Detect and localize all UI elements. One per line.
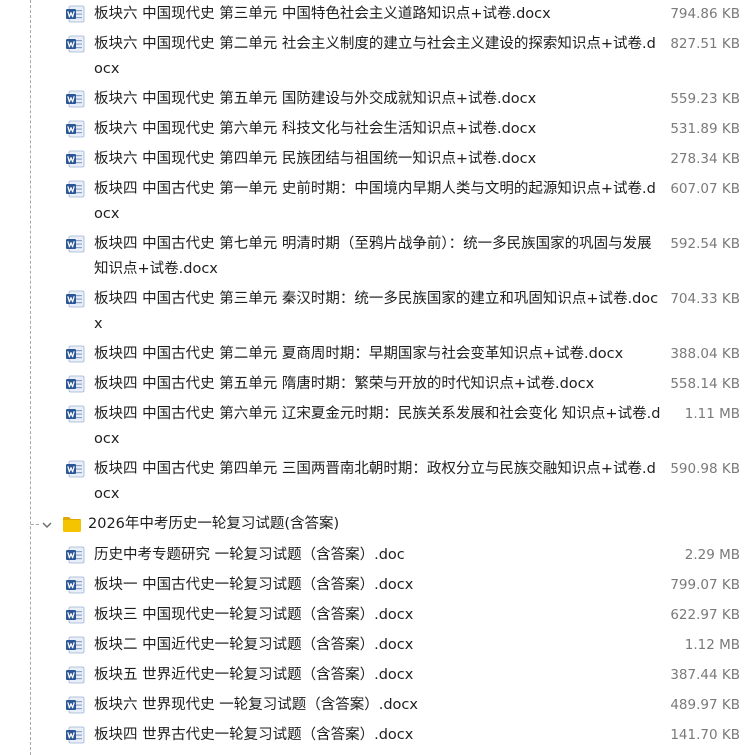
file-size: 559.23 KB xyxy=(670,91,740,107)
file-row[interactable]: 板块六 中国现代史 第五单元 国防建设与外交成就知识点+试卷.docx 559.2… xyxy=(0,87,744,112)
file-name: 板块四 中国古代史 第五单元 隋唐时期：繁荣与开放的时代知识点+试卷.docx xyxy=(94,376,595,392)
file-row[interactable]: 板块四 中国古代史 第四单元 三国两晋南北朝时期：政权分立与民族交融知识点+试卷… xyxy=(0,457,744,507)
file-name: 板块六 中国现代史 第二单元 社会主义制度的建立与社会主义建设的探索知识点+试卷… xyxy=(94,36,656,77)
file-name: 历史中考专题研究 一轮复习试题（含答案）.doc xyxy=(94,547,405,563)
file-name: 板块六 中国现代史 第六单元 科技文化与社会生活知识点+试卷.docx xyxy=(94,121,537,137)
file-size: 388.04 KB xyxy=(670,346,740,362)
file-size: 387.44 KB xyxy=(670,667,740,683)
file-name: 板块六 中国现代史 第三单元 中国特色社会主义道路知识点+试卷.docx xyxy=(94,6,551,22)
file-row[interactable]: 板块四 中国古代史 第二单元 夏商周时期：早期国家与社会变革知识点+试卷.doc… xyxy=(0,342,744,367)
file-size: 607.07 KB xyxy=(670,181,740,197)
file-name: 板块六 中国现代史 第四单元 民族团结与祖国统一知识点+试卷.docx xyxy=(94,151,537,167)
file-row[interactable]: 板块四 世界古代史一轮复习试题（含答案）.docx 141.70 KB xyxy=(0,723,744,748)
chevron-down-icon[interactable] xyxy=(40,517,54,531)
file-name: 板块四 中国古代史 第七单元 明清时期（至鸦片战争前）：统一多民族国家的巩固与发… xyxy=(94,236,652,277)
word-document-icon xyxy=(66,696,86,714)
file-name: 板块四 中国古代史 第二单元 夏商周时期：早期国家与社会变革知识点+试卷.doc… xyxy=(94,346,624,362)
word-document-icon xyxy=(66,726,86,744)
file-size: 592.54 KB xyxy=(670,236,740,252)
word-document-icon xyxy=(66,405,86,423)
file-name: 板块二 中国近代史一轮复习试题（含答案）.docx xyxy=(94,637,414,653)
tree-branch-line xyxy=(31,524,39,525)
file-size: 558.14 KB xyxy=(670,376,740,392)
file-name: 板块四 世界古代史一轮复习试题（含答案）.docx xyxy=(94,727,414,743)
file-size: 1.12 MB xyxy=(684,637,740,653)
file-row[interactable]: 历史中考专题研究 一轮复习试题（含答案）.doc 2.29 MB xyxy=(0,543,744,568)
word-document-icon xyxy=(66,120,86,138)
file-name: 板块六 中国现代史 第五单元 国防建设与外交成就知识点+试卷.docx xyxy=(94,91,537,107)
file-name: 板块五 世界近代史一轮复习试题（含答案）.docx xyxy=(94,667,414,683)
file-size: 799.07 KB xyxy=(670,577,740,593)
word-document-icon xyxy=(66,666,86,684)
word-document-icon xyxy=(66,290,86,308)
file-row[interactable]: 板块五 世界近代史一轮复习试题（含答案）.docx 387.44 KB xyxy=(0,663,744,688)
folder-name: 2026年中考历史一轮复习试题(含答案) xyxy=(88,516,340,532)
file-size: 531.89 KB xyxy=(670,121,740,137)
file-row[interactable]: 板块六 世界现代史 一轮复习试题（含答案）.docx 489.97 KB xyxy=(0,693,744,718)
file-name: 板块四 中国古代史 第三单元 秦汉时期：统一多民族国家的建立和巩固知识点+试卷.… xyxy=(94,291,659,332)
file-row[interactable]: 板块四 中国古代史 第一单元 史前时期：中国境内早期人类与文明的起源知识点+试卷… xyxy=(0,177,744,227)
file-size: 794.86 KB xyxy=(670,6,740,22)
word-document-icon xyxy=(66,546,86,564)
file-size: 278.34 KB xyxy=(670,151,740,167)
word-document-icon xyxy=(66,606,86,624)
file-row[interactable]: 板块四 中国古代史 第六单元 辽宋夏金元时期：民族关系发展和社会变化 知识点+试… xyxy=(0,402,744,452)
file-row[interactable]: 板块四 中国古代史 第五单元 隋唐时期：繁荣与开放的时代知识点+试卷.docx 5… xyxy=(0,372,744,397)
word-document-icon xyxy=(66,180,86,198)
file-row[interactable]: 板块六 中国现代史 第三单元 中国特色社会主义道路知识点+试卷.docx 794.… xyxy=(0,2,744,27)
word-document-icon xyxy=(66,150,86,168)
file-row[interactable]: 板块六 中国现代史 第六单元 科技文化与社会生活知识点+试卷.docx 531.8… xyxy=(0,117,744,142)
file-row[interactable]: 板块四 中国古代史 第七单元 明清时期（至鸦片战争前）：统一多民族国家的巩固与发… xyxy=(0,232,744,282)
file-name: 板块三 中国现代史一轮复习试题（含答案）.docx xyxy=(94,607,414,623)
file-size: 827.51 KB xyxy=(670,36,740,52)
file-tree: 板块六 中国现代史 第三单元 中国特色社会主义道路知识点+试卷.docx 794.… xyxy=(0,0,744,755)
file-row[interactable]: 板块四 中国古代史 第三单元 秦汉时期：统一多民族国家的建立和巩固知识点+试卷.… xyxy=(0,287,744,337)
file-name: 板块四 中国古代史 第四单元 三国两晋南北朝时期：政权分立与民族交融知识点+试卷… xyxy=(94,461,656,502)
file-size: 1.11 MB xyxy=(684,406,740,422)
word-document-icon xyxy=(66,90,86,108)
file-row[interactable]: 板块一 中国古代史一轮复习试题（含答案）.docx 799.07 KB xyxy=(0,573,744,598)
file-name: 板块四 中国古代史 第一单元 史前时期：中国境内早期人类与文明的起源知识点+试卷… xyxy=(94,181,656,222)
word-document-icon xyxy=(66,576,86,594)
word-document-icon xyxy=(66,375,86,393)
file-name: 板块一 中国古代史一轮复习试题（含答案）.docx xyxy=(94,577,414,593)
file-name: 板块六 世界现代史 一轮复习试题（含答案）.docx xyxy=(94,697,418,713)
folder-row[interactable]: 2026年中考历史一轮复习试题(含答案) xyxy=(0,512,744,537)
word-document-icon xyxy=(66,636,86,654)
file-row[interactable]: 板块六 中国现代史 第二单元 社会主义制度的建立与社会主义建设的探索知识点+试卷… xyxy=(0,32,744,82)
file-size: 622.97 KB xyxy=(670,607,740,623)
file-size: 489.97 KB xyxy=(670,697,740,713)
folder-icon xyxy=(62,515,82,533)
word-document-icon xyxy=(66,35,86,53)
file-row[interactable]: 板块三 中国现代史一轮复习试题（含答案）.docx 622.97 KB xyxy=(0,603,744,628)
word-document-icon xyxy=(66,5,86,23)
file-size: 704.33 KB xyxy=(670,291,740,307)
file-size: 590.98 KB xyxy=(670,461,740,477)
file-name: 板块四 中国古代史 第六单元 辽宋夏金元时期：民族关系发展和社会变化 知识点+试… xyxy=(94,406,661,447)
word-document-icon xyxy=(66,460,86,478)
file-row[interactable]: 板块二 中国近代史一轮复习试题（含答案）.docx 1.12 MB xyxy=(0,633,744,658)
word-document-icon xyxy=(66,235,86,253)
file-size: 141.70 KB xyxy=(670,727,740,743)
file-row[interactable]: 板块六 中国现代史 第四单元 民族团结与祖国统一知识点+试卷.docx 278.3… xyxy=(0,147,744,172)
word-document-icon xyxy=(66,345,86,363)
file-size: 2.29 MB xyxy=(684,547,740,563)
